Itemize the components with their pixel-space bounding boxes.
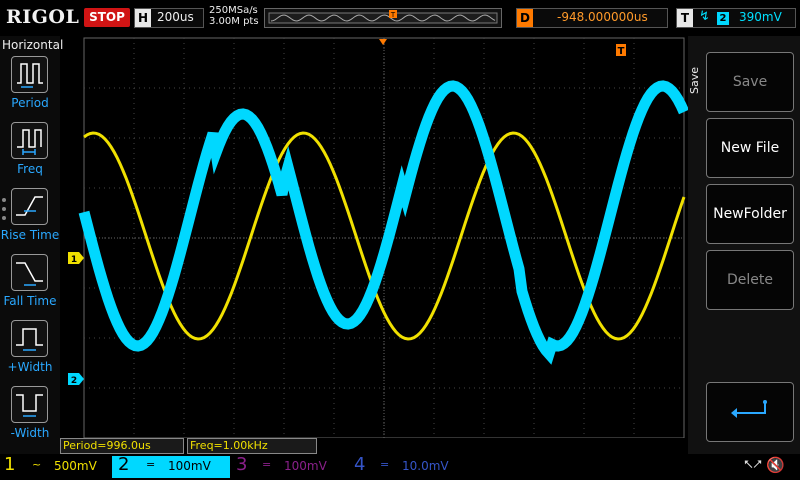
memory-trigger-marker: T [390, 11, 396, 19]
measurement-bar: Period=996.0us Freq=1.00kHz [60, 438, 320, 454]
acquisition-info: 250MSa/s 3.00M pts [209, 5, 259, 27]
rising-edge-icon: ↯ [699, 9, 710, 24]
measure-rise-time-item[interactable]: Rise Time [0, 188, 60, 250]
period-label: Period [11, 96, 49, 110]
memory-depth: 3.00M pts [209, 16, 259, 27]
trigger-level: 390mV [739, 10, 782, 24]
ch3-scale: 100mV [284, 459, 327, 473]
measure-positive-width-item[interactable]: +Width [0, 320, 60, 382]
ch1-number: 1 [4, 454, 16, 475]
trigger-position-marker[interactable] [379, 39, 387, 45]
trigger-t-label: T [618, 46, 625, 57]
positive-width-label: +Width [7, 360, 53, 374]
positive-width-icon [11, 320, 48, 357]
ch2-status[interactable]: 2 = 100mV [112, 454, 230, 478]
timebase-key: H [135, 9, 151, 27]
freq-label: Freq [17, 162, 43, 176]
trigger-box[interactable]: T ↯ 2 390mV [676, 8, 796, 28]
horizontal-measure-menu: Horizontal Period Freq Rise Time Fall Ti… [0, 36, 64, 454]
ch3-status[interactable]: 3 = 100mV [236, 454, 344, 478]
freq-icon [11, 122, 48, 159]
ch1-marker-label: 1 [71, 255, 77, 265]
waveform-display[interactable]: T 1 2 [60, 36, 688, 438]
menu-page-dots [2, 198, 6, 225]
negative-width-icon [11, 386, 48, 423]
usb-icon: ⭦⭧ [744, 457, 763, 473]
ch1-scale: 500mV [54, 459, 97, 473]
menu-title: Horizontal [2, 38, 64, 52]
period-icon [11, 56, 48, 93]
ch3-coupling-icon: = [262, 458, 272, 471]
ch3-number: 3 [236, 454, 248, 475]
return-button[interactable] [706, 382, 794, 442]
ch4-number: 4 [354, 454, 366, 475]
ch4-coupling-icon: = [380, 458, 390, 471]
new-file-button[interactable]: New File [706, 118, 794, 178]
ch2-scale: 100mV [168, 459, 211, 473]
ch2-number: 2 [118, 454, 130, 475]
timebase-value: 200us [157, 10, 194, 24]
delay-value: -948.000000us [557, 10, 648, 24]
measure-negative-width-item[interactable]: -Width [0, 386, 60, 448]
rise-time-label: Rise Time [0, 228, 60, 242]
return-arrow-icon [731, 400, 767, 418]
save-button[interactable]: Save [706, 52, 794, 112]
speaker-muted-icon[interactable]: 🔇 [766, 456, 785, 474]
fall-time-label: Fall Time [3, 294, 57, 308]
timebase-box[interactable]: H 200us [134, 8, 204, 28]
ch2-coupling-icon: = [146, 458, 156, 471]
new-folder-button[interactable]: NewFolder [706, 184, 794, 244]
run-stop-status[interactable]: STOP [84, 8, 130, 27]
delay-key: D [517, 9, 533, 27]
sample-rate: 250MSa/s [209, 5, 258, 16]
ch4-status[interactable]: 4 = 10.0mV [354, 454, 462, 478]
memory-overview-graphic: T [268, 10, 498, 24]
fall-time-icon [11, 254, 48, 291]
ch4-scale: 10.0mV [402, 459, 449, 473]
memory-waveform-overview: T [264, 8, 502, 28]
freq-measurement: Freq=1.00kHz [187, 438, 317, 454]
trigger-source: 2 [717, 12, 729, 25]
ch2-marker-label: 2 [71, 376, 77, 386]
measure-fall-time-item[interactable]: Fall Time [0, 254, 60, 316]
period-measurement: Period=996.0us [60, 438, 184, 454]
brand-logo: RIGOL [6, 6, 80, 28]
measure-freq-item[interactable]: Freq [0, 122, 60, 184]
save-menu-title: Save [688, 66, 701, 94]
rise-time-icon [11, 188, 48, 225]
delay-box[interactable]: D -948.000000us [516, 8, 668, 28]
delete-button[interactable]: Delete [706, 250, 794, 310]
ch1-coupling-icon: ~ [32, 458, 42, 471]
ch1-status[interactable]: 1 ~ 500mV [4, 454, 112, 478]
trigger-key: T [677, 9, 693, 27]
negative-width-label: -Width [10, 426, 50, 440]
measure-period-item[interactable]: Period [0, 56, 60, 118]
